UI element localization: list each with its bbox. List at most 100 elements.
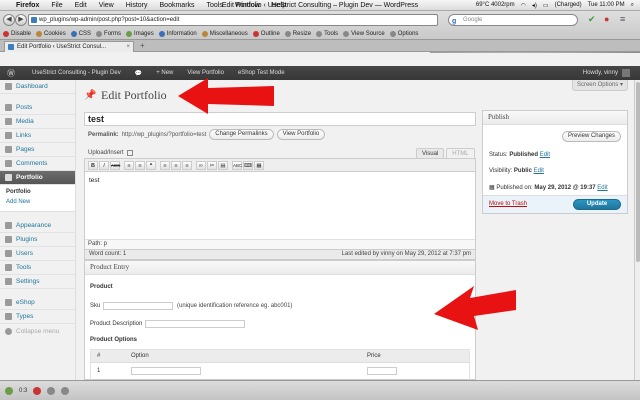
menu-view[interactable]: View — [99, 2, 114, 9]
menu-links[interactable]: Links — [0, 129, 75, 143]
editor-body[interactable]: test — [85, 172, 475, 189]
menu-app[interactable]: Firefox — [16, 2, 39, 9]
align-right-icon[interactable]: ≡ — [182, 160, 192, 170]
admin-bar-eshop[interactable]: eShop Test Mode — [238, 70, 285, 76]
submenu-portfolio[interactable]: Portfolio — [6, 187, 75, 197]
tab-edit-portfolio[interactable]: Edit Portfolio ‹ UseStrict Consul... × — [4, 41, 134, 52]
permalink-url[interactable]: http://wp_plugins/?portfolio=test — [122, 132, 207, 138]
wd-forms[interactable]: Forms — [96, 30, 121, 37]
url-bar[interactable]: wp_plugins/wp-admin/post.php?post=10&act… — [28, 14, 438, 26]
admin-bar-view[interactable]: View Portfolio — [187, 70, 224, 76]
search-input[interactable]: g Google — [448, 14, 578, 26]
italic-icon[interactable]: I — [99, 160, 109, 170]
align-left-icon[interactable]: ≡ — [160, 160, 170, 170]
numbered-list-icon[interactable]: ≡ — [135, 160, 145, 170]
error-status-icon[interactable] — [33, 386, 42, 395]
back-icon[interactable]: ◀ — [3, 14, 15, 26]
menu-settings[interactable]: Settings — [0, 275, 75, 289]
wd-outline[interactable]: Outline — [252, 30, 280, 37]
menu-eshop[interactable]: eShop — [0, 296, 75, 310]
menu-tools[interactable]: Tools — [0, 261, 75, 275]
product-description-input[interactable] — [145, 320, 245, 328]
firebug-icon[interactable] — [47, 386, 56, 395]
visibility-edit-link[interactable]: Edit — [534, 168, 544, 174]
menu-dashboard[interactable]: Dashboard — [0, 80, 75, 94]
comment-bubble-icon[interactable]: 💬 — [135, 70, 142, 77]
menu-types[interactable]: Types — [0, 310, 75, 324]
menu-icon[interactable]: ≡ — [620, 14, 625, 24]
page-scrollbar[interactable] — [634, 80, 640, 380]
menu-history[interactable]: History — [126, 2, 148, 9]
post-title-input[interactable]: test — [84, 112, 476, 126]
menu-pages[interactable]: Pages — [0, 143, 75, 157]
collapse-menu[interactable]: Collapse menu — [0, 324, 75, 338]
strikethrough-icon[interactable]: ABC — [110, 160, 120, 170]
spotlight-icon[interactable]: ⌕ — [631, 2, 634, 9]
yslow-icon[interactable] — [61, 386, 70, 395]
addon-status-icon[interactable] — [5, 386, 13, 395]
price-input[interactable] — [367, 367, 397, 375]
update-button[interactable]: Update — [573, 199, 621, 210]
menu-portfolio[interactable]: Portfolio — [0, 171, 75, 185]
wd-information[interactable]: Information — [158, 30, 197, 37]
spellcheck-icon[interactable]: ABC — [232, 160, 242, 170]
more-tag-icon[interactable]: ▤ — [218, 160, 228, 170]
wordpress-logo-icon[interactable]: Ⓦ — [4, 66, 18, 80]
move-to-trash-link[interactable]: Move to Trash — [489, 201, 527, 207]
admin-bar-account[interactable]: Howdy, vinny — [583, 69, 630, 77]
wd-options[interactable]: Options — [389, 30, 418, 37]
align-center-icon[interactable]: ≡ — [171, 160, 181, 170]
admin-bar-new[interactable]: + New — [156, 70, 173, 76]
unlink-icon[interactable]: ✂ — [207, 160, 217, 170]
link-icon[interactable]: ∞ — [196, 160, 206, 170]
menu-users[interactable]: Users — [0, 247, 75, 261]
admin-bar-site[interactable]: UseStrict Consulting - Plugin Dev — [32, 70, 121, 76]
wd-images[interactable]: Images — [126, 30, 154, 37]
menu-bookmarks[interactable]: Bookmarks — [160, 2, 195, 9]
published-edit-link[interactable]: Edit — [597, 185, 607, 191]
menu-help[interactable]: Help — [272, 2, 286, 9]
menu-plugins[interactable]: Plugins — [0, 233, 75, 247]
add-media-icon[interactable] — [126, 150, 133, 156]
menu-window[interactable]: Window — [235, 2, 260, 9]
menu-edit[interactable]: Edit — [75, 2, 87, 9]
check-icon[interactable]: ✔ — [588, 14, 596, 25]
bullet-list-icon[interactable]: ≡ — [124, 160, 134, 170]
submenu-add-new[interactable]: Add New — [6, 197, 75, 207]
kitchen-sink-icon[interactable]: ▦ — [254, 160, 264, 170]
stop-icon[interactable]: ● — [604, 14, 609, 24]
wifi-icon[interactable]: ◠ — [521, 2, 526, 9]
forward-icon[interactable]: ▶ — [15, 14, 27, 26]
menu-posts[interactable]: Posts — [0, 101, 75, 115]
menu-file[interactable]: File — [51, 2, 62, 9]
volume-icon[interactable]: ◂) — [532, 2, 537, 9]
bold-icon[interactable]: B — [88, 160, 98, 170]
wd-view-source[interactable]: View Source — [343, 30, 385, 37]
battery-icon[interactable]: ▭ — [543, 2, 549, 9]
wd-resize[interactable]: Resize — [284, 30, 311, 37]
menu-appearance[interactable]: Appearance — [0, 219, 75, 233]
preview-changes-button[interactable]: Preview Changes — [561, 131, 621, 142]
clock[interactable]: Tue 11:00 PM — [588, 2, 625, 8]
fullscreen-icon[interactable]: ⌨ — [243, 160, 253, 170]
view-portfolio-button[interactable]: View Portfolio — [276, 129, 326, 140]
screen-options-button[interactable]: Screen Options ▾ — [571, 80, 628, 91]
wd-cookies[interactable]: Cookies — [36, 30, 66, 37]
close-icon[interactable]: × — [126, 42, 130, 52]
wd-tools[interactable]: Tools — [316, 30, 338, 37]
tab-html[interactable]: HTML — [446, 148, 475, 158]
blockquote-icon[interactable]: ❝ — [146, 160, 156, 170]
option-input[interactable] — [131, 367, 201, 375]
wd-disable[interactable]: Disable — [3, 30, 31, 37]
scrollbar-thumb[interactable] — [636, 82, 640, 262]
sku-input[interactable] — [103, 302, 173, 310]
menu-comments[interactable]: Comments — [0, 157, 75, 171]
menu-tools[interactable]: Tools — [207, 2, 223, 9]
wd-css[interactable]: CSS — [70, 30, 91, 37]
tab-visual[interactable]: Visual — [416, 148, 445, 158]
change-permalinks-button[interactable]: Change Permalinks — [209, 129, 274, 140]
wd-misc[interactable]: Miscellaneous — [201, 30, 248, 37]
upload-insert[interactable]: Upload/Insert — [88, 150, 133, 156]
new-tab-icon[interactable]: + — [140, 41, 145, 50]
status-edit-link[interactable]: Edit — [540, 152, 550, 158]
